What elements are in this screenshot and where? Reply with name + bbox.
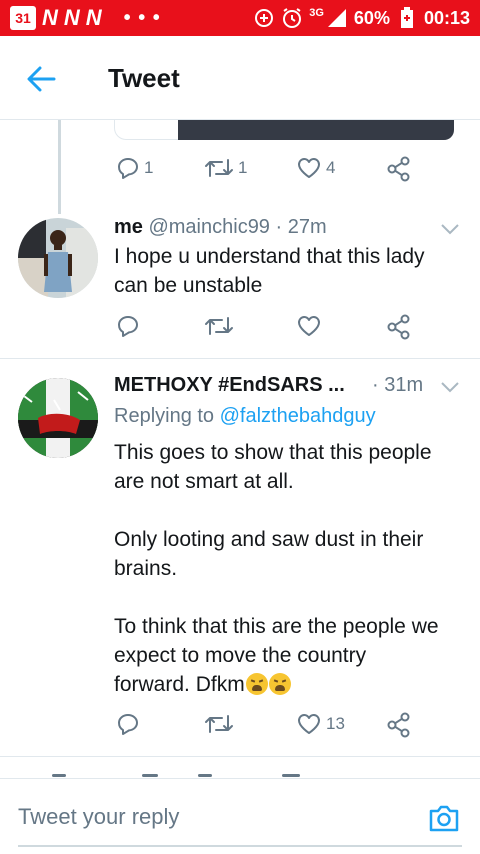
back-button[interactable] — [26, 66, 56, 92]
app-logo-icon: N — [63, 5, 80, 30]
replying-to: Replying to @falzthebahdguy — [114, 405, 376, 427]
separator-dot: · — [372, 374, 379, 396]
calendar-icon: 31 — [10, 6, 36, 30]
arrow-left-icon — [27, 66, 56, 92]
share-icon — [387, 156, 410, 182]
tweet-actions: 1 1 4 — [116, 156, 416, 186]
media-image[interactable] — [178, 120, 454, 140]
avatar[interactable] — [18, 378, 98, 458]
status-bar: 31 N N N • • • 3G 60% 00:13 — [0, 0, 480, 36]
chevron-down-icon — [441, 224, 459, 235]
author-name[interactable]: METHOXY #EndSARS ... — [114, 374, 345, 396]
separator-dot: · — [275, 216, 283, 238]
chevron-down-icon — [441, 382, 459, 393]
camera-icon — [429, 805, 459, 832]
retweet-button[interactable]: 1 — [204, 156, 247, 180]
like-count: 13 — [326, 714, 345, 733]
battery-percent: 60% — [353, 7, 390, 28]
reply-button[interactable] — [116, 712, 140, 736]
reply-input[interactable] — [18, 803, 418, 831]
share-button[interactable] — [386, 712, 412, 738]
share-icon — [387, 712, 410, 738]
like-button[interactable] — [296, 314, 322, 338]
reply-icon — [118, 158, 138, 179]
thread-connector — [58, 120, 61, 214]
app-header: Tweet — [0, 36, 480, 120]
tweet-actions: 13 — [116, 712, 416, 742]
app-logo-icon: N — [85, 5, 102, 30]
author-name[interactable]: me — [114, 216, 143, 238]
clock: 00:13 — [423, 7, 470, 28]
retweet-button[interactable] — [204, 314, 234, 338]
tweet-thread[interactable]: 1 1 4 me @mainchic99 · 27m I hope u unde… — [0, 120, 480, 778]
tweet-text: I hope u understand that this lady can b… — [114, 245, 425, 297]
camera-button[interactable] — [428, 803, 460, 833]
battery-icon — [396, 7, 418, 29]
weary-face-emoji-icon — [268, 673, 291, 695]
author-handle[interactable]: @mainchic99 — [148, 216, 269, 238]
like-count: 4 — [326, 158, 336, 177]
mention-link[interactable]: @falzthebahdguy — [220, 405, 376, 427]
retweet-icon — [205, 317, 233, 335]
input-underline — [18, 845, 462, 847]
share-button[interactable] — [386, 314, 412, 340]
like-button[interactable]: 13 — [296, 712, 345, 736]
tweet-time: 27m — [287, 216, 327, 238]
share-button[interactable] — [386, 156, 412, 182]
retweet-button[interactable] — [204, 712, 234, 736]
tweet-menu-button[interactable] — [440, 380, 460, 394]
retweet-icon — [205, 159, 233, 177]
tweet-time: 31m — [384, 374, 424, 396]
reply-button[interactable] — [116, 314, 140, 338]
reply-button[interactable]: 1 — [116, 156, 153, 180]
alarm-icon — [281, 7, 303, 29]
reply-icon — [118, 714, 138, 735]
tweet-menu-button[interactable] — [440, 222, 460, 236]
reply-bar — [0, 778, 480, 854]
avatar[interactable] — [18, 218, 98, 298]
reply-icon — [118, 316, 138, 337]
divider — [0, 756, 480, 757]
weary-face-emoji-icon — [245, 673, 268, 695]
page-title: Tweet — [108, 63, 180, 93]
signal-icon — [326, 7, 348, 29]
tweet-time-group: · 31m — [372, 374, 423, 397]
tweet-header: me @mainchic99 · 27m — [114, 216, 327, 239]
app-logo-icon: N — [42, 5, 58, 30]
network-type: 3G — [309, 7, 324, 19]
tweet-text: This goes to show that this people are n… — [114, 441, 439, 696]
tweet-header: METHOXY #EndSARS ... — [114, 374, 345, 397]
divider — [0, 358, 480, 359]
retweet-icon — [205, 715, 233, 733]
like-button[interactable]: 4 — [296, 156, 335, 180]
data-saver-icon — [253, 7, 275, 29]
heart-icon — [298, 714, 320, 734]
heart-icon — [298, 158, 320, 178]
heart-icon — [298, 316, 320, 336]
share-icon — [387, 314, 410, 340]
retweet-count: 1 — [238, 158, 248, 177]
more-notifications-icon: • • • — [123, 6, 161, 29]
reply-count: 1 — [144, 158, 154, 177]
tweet-actions — [116, 314, 416, 344]
